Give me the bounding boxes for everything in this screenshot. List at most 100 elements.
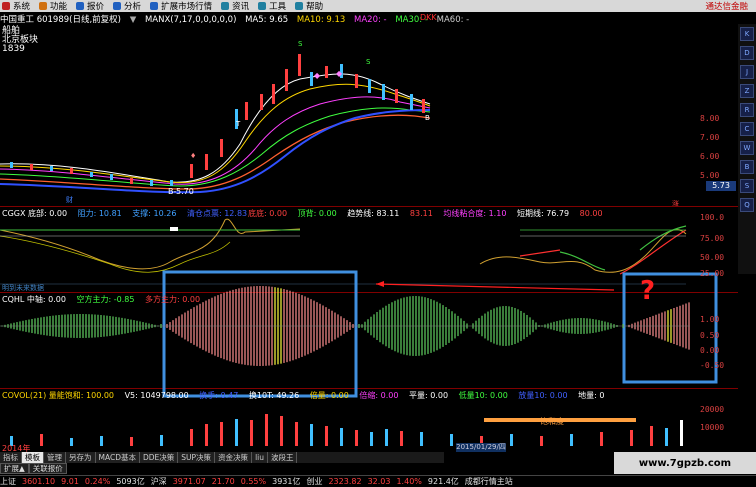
toolbar-button[interactable]: D [740, 46, 754, 60]
covol-axis-tick: 10000 [700, 423, 725, 432]
toolbar-button[interactable]: W [740, 141, 754, 155]
cggx-title: CGGX 底部: 0.00 [2, 209, 68, 218]
menu-icon [150, 2, 159, 10]
indicator-tab[interactable]: 波段王 [267, 452, 298, 463]
svg-text:S: S [298, 40, 303, 48]
low-price-label: 5.70 [176, 187, 194, 196]
covol-vmid: 换手: 0.47 [199, 391, 239, 400]
candlesticks [10, 54, 425, 186]
covol-big: 低量10: 0.00 [458, 391, 508, 400]
svg-text:B-: B- [168, 187, 176, 196]
status-item: 上证 [0, 477, 16, 486]
price-axis-tick: 6.00 [700, 152, 720, 161]
covol-mult2: 倍缩: 0.00 [359, 391, 399, 400]
cggx-axis-tick: 50.00 [700, 253, 725, 262]
menu-item[interactable]: 工具 [256, 0, 293, 12]
svg-text:◆: ◆ [336, 69, 343, 78]
covol-land: 地量: 0 [578, 391, 605, 400]
cggx-buy-point: 清仓点票: 12.83 [186, 209, 248, 218]
status-item: 0.55% [240, 477, 267, 486]
indicator-tab[interactable]: MACD基本 [95, 452, 140, 463]
sub-tab[interactable]: 关联报价 [28, 463, 67, 474]
question-mark: ? [640, 276, 656, 306]
right-toolbar: KDJZRCWBSQ [738, 24, 756, 274]
status-item: 32.03 [367, 477, 391, 486]
cggx-trend: 趋势线: 83.11 [347, 209, 400, 218]
cggx-header: CGGX 底部: 0.00 阻力: 10.81 支撑: 10.26 清仓点票: … [2, 208, 255, 219]
toolbar-button[interactable]: S [740, 179, 754, 193]
status-item: 1.40% [396, 477, 422, 486]
menu-icon [113, 2, 122, 10]
cqhl-axis-tick: -0.50 [700, 361, 725, 370]
cqhl-axis-tick: 0.50 [700, 331, 720, 340]
chart-canvas[interactable]: S S T ♦ ◆ ◆ B 5.70 B- 财 涨 明到未来数据 [0, 24, 738, 452]
indicator-tab[interactable]: DDE决策 [139, 452, 179, 463]
menu-item-label: 系统 [13, 2, 31, 12]
menu-item-label: 分析 [124, 2, 142, 12]
menu-item-label: 报价 [87, 2, 105, 12]
menu-item-label: 功能 [50, 2, 68, 12]
sub-tab[interactable]: 扩展▲ [0, 463, 29, 474]
menu-item[interactable]: 资讯 [219, 0, 256, 12]
covol-amt: 放量10: 0.00 [518, 391, 568, 400]
covol-turn: 换10T: 49.26 [248, 391, 300, 400]
saturation-label: 饱和度 [540, 417, 564, 426]
status-item: 921.4亿 [427, 477, 459, 486]
dkk-tag: DKK [420, 13, 437, 22]
status-item: 3601.10 [22, 477, 56, 486]
menu-item[interactable]: 扩展市场行情 [148, 0, 219, 12]
toolbar-button[interactable]: C [740, 122, 754, 136]
cqhl-air: 空方主力: -0.85 [76, 295, 135, 304]
indicator-tab[interactable]: 模板 [22, 452, 44, 463]
toolbar-button[interactable]: R [740, 103, 754, 117]
indicator-tab[interactable]: 另存为 [66, 452, 96, 463]
svg-text:T: T [235, 120, 241, 128]
svg-text:B: B [425, 114, 430, 122]
status-item: 21.70 [211, 477, 235, 486]
sub-tabs: 扩展▲ 关联报价 [0, 463, 67, 474]
indicator-tab[interactable]: liu [252, 452, 268, 463]
covol-v5: V5: 1049798.00 [124, 391, 189, 400]
indicator-tab[interactable]: SUP决策 [178, 452, 216, 463]
menu-item[interactable]: 系统 [0, 0, 37, 12]
cggx-support: 支撑: 10.26 [132, 209, 177, 218]
status-item: 沪深 [150, 477, 167, 486]
cqhl-oscillator [0, 286, 690, 366]
toolbar-button[interactable]: K [740, 27, 754, 41]
status-item: 成都行情主站 [464, 477, 513, 486]
menu-item[interactable]: 功能 [37, 0, 74, 12]
menu-item[interactable]: 帮助 [293, 0, 330, 12]
cqhl-title: CQHL 中轴: 0.00 [2, 295, 66, 304]
status-item: 3971.07 [172, 477, 206, 486]
cggx-short2: 80.00 [579, 209, 603, 218]
status-item: 5093亿 [116, 477, 145, 486]
price-axis-tick: 8.00 [700, 114, 720, 123]
toolbar-button[interactable]: Q [740, 198, 754, 212]
indicator-tabs: 指标 模板 管理 另存为 MACD基本 DDE决策 SUP决策 资金决策 liu 波段王 [0, 452, 444, 463]
menu-icon [295, 2, 304, 10]
cggx-mid: 均线粘合度: 1.10 [443, 209, 507, 218]
toolbar-button[interactable]: J [740, 65, 754, 79]
cggx-axis-tick: 25.00 [700, 269, 725, 278]
indicator-tab[interactable]: 管理 [44, 452, 66, 463]
indicator-tab[interactable]: 资金决策 [215, 452, 253, 463]
price-axis-tick: 5.00 [700, 171, 720, 180]
cggx-top: 顶背: 0.00 [297, 209, 337, 218]
covol-header: COVOL(21) 量能饱和: 100.00 V5: 1049798.00 换手… [2, 390, 612, 401]
status-item: 2323.82 [328, 477, 362, 486]
covol-flat: 平量: 0.00 [408, 391, 449, 400]
status-item: 创业 [306, 477, 323, 486]
status-item: 3931亿 [272, 477, 301, 486]
menu-item[interactable]: 报价 [74, 0, 111, 12]
menu-item[interactable]: 分析 [111, 0, 148, 12]
menu-item-label: 工具 [269, 2, 287, 12]
indicator-tab[interactable]: 指标 [0, 452, 22, 463]
cggx-trend2: 83.11 [409, 209, 433, 218]
cqhl-axis-tick: 1.00 [700, 315, 720, 324]
menu-icon [221, 2, 230, 10]
toolbar-button[interactable]: Z [740, 84, 754, 98]
menu-item-label: 帮助 [306, 2, 324, 12]
toolbar-button[interactable]: B [740, 160, 754, 174]
menu-item-label: 扩展市场行情 [161, 2, 213, 12]
menu-icon [258, 2, 267, 10]
